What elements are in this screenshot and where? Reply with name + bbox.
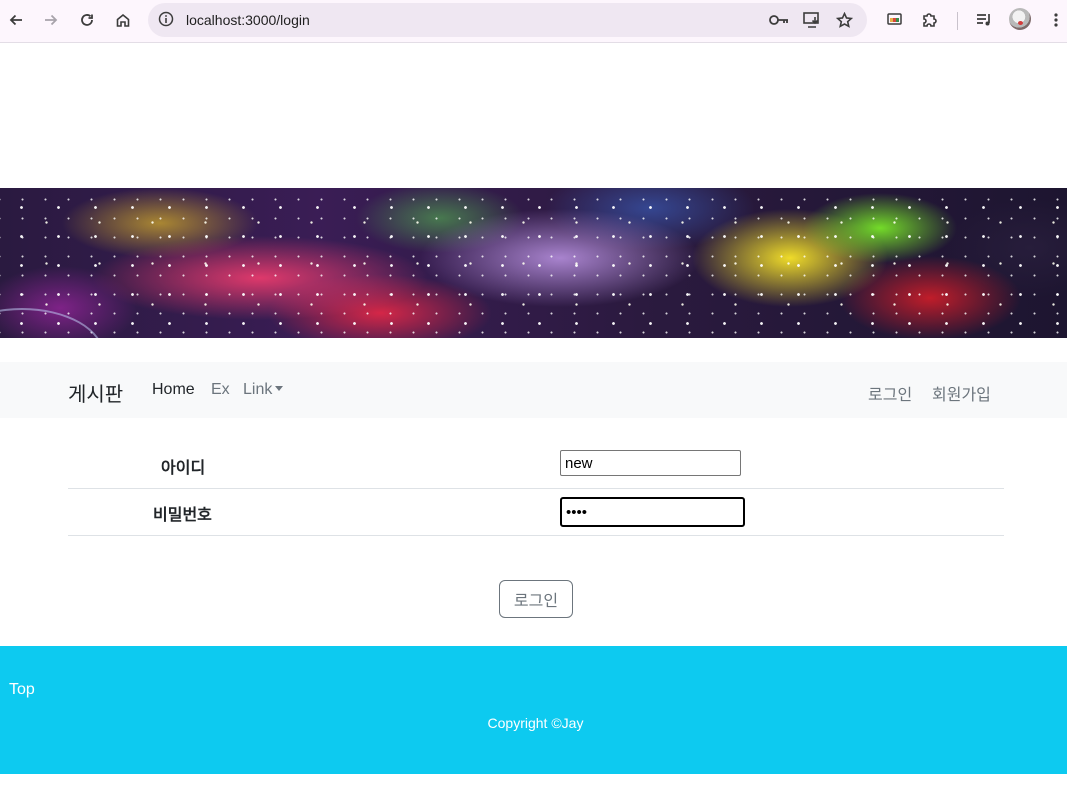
- navbar-brand[interactable]: 게시판: [68, 378, 123, 407]
- nav-dropdown-link[interactable]: Link: [243, 381, 284, 399]
- home-icon[interactable]: [111, 8, 135, 32]
- id-input[interactable]: [560, 450, 741, 476]
- nav-link-signup[interactable]: 회원가입: [932, 381, 991, 405]
- cast-icon[interactable]: [883, 9, 905, 31]
- star-icon[interactable]: [834, 11, 854, 29]
- nav-link-ex[interactable]: Ex: [211, 381, 230, 399]
- reload-icon[interactable]: [75, 8, 99, 32]
- browser-toolbar: localhost:3000/login: [0, 0, 1067, 43]
- back-arrow-icon[interactable]: [4, 8, 28, 32]
- copyright-text: Copyright ©Jay: [487, 715, 584, 731]
- media-queue-icon[interactable]: [973, 9, 995, 31]
- nav-link-link-label: Link: [243, 381, 273, 398]
- puzzle-icon[interactable]: [919, 9, 941, 31]
- caret-down-icon: [275, 386, 284, 391]
- nav-link-home[interactable]: Home: [152, 381, 195, 399]
- password-row: 비밀번호: [68, 489, 1004, 536]
- site-info-icon[interactable]: [158, 11, 174, 32]
- footer: Top Copyright ©Jay: [0, 646, 1067, 774]
- kebab-menu-icon[interactable]: [1045, 9, 1067, 31]
- profile-avatar[interactable]: [1009, 8, 1031, 30]
- id-row: 아이디: [68, 442, 1004, 489]
- url-text: localhost:3000/login: [186, 12, 310, 28]
- toolbar-divider: [957, 12, 958, 30]
- install-app-icon[interactable]: [802, 11, 822, 29]
- navbar: 게시판 Home Ex Link 로그인 회원가입: [0, 362, 1067, 418]
- password-label: 비밀번호: [153, 507, 212, 524]
- top-link[interactable]: Top: [9, 681, 35, 699]
- login-submit-button[interactable]: 로그인: [499, 580, 573, 618]
- galaxy-banner-image: [0, 188, 1067, 338]
- nav-link-login[interactable]: 로그인: [868, 381, 912, 405]
- address-bar[interactable]: localhost:3000/login: [148, 3, 867, 37]
- forward-arrow-icon[interactable]: [39, 8, 63, 32]
- key-icon[interactable]: [769, 11, 789, 29]
- id-label: 아이디: [161, 460, 206, 477]
- password-input[interactable]: [560, 497, 745, 527]
